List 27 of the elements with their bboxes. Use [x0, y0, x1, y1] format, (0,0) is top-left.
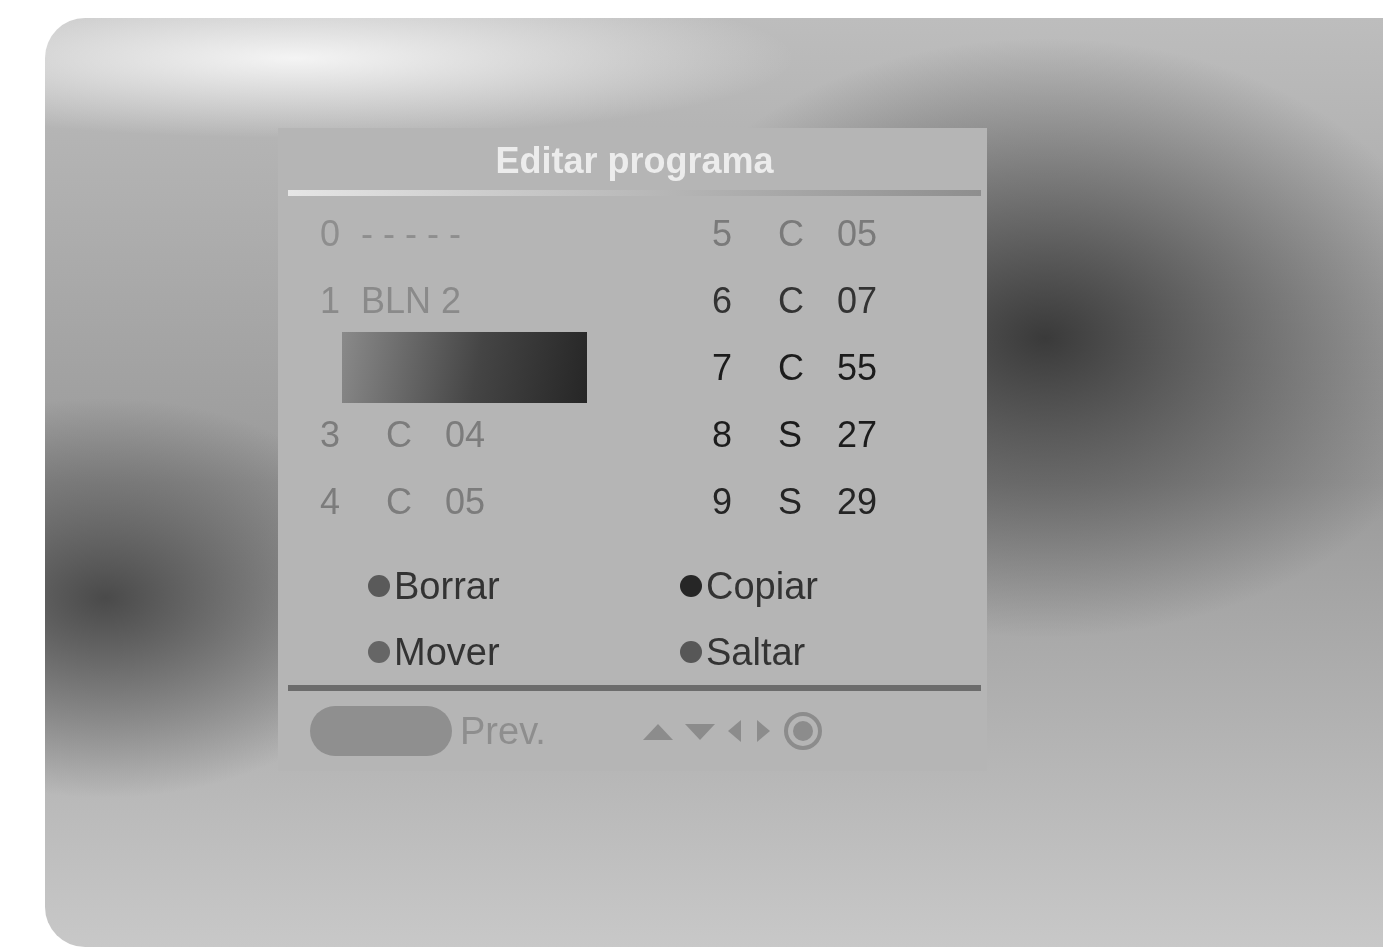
band-label: C [778, 211, 805, 256]
channel-name: 27 [837, 412, 878, 457]
channel-name: 05 [445, 479, 486, 524]
band-label: C [386, 412, 413, 457]
band-label: C [778, 345, 805, 390]
channel-number: 8 [712, 412, 734, 457]
selected-row-highlight[interactable] [342, 332, 587, 403]
function-label: Borrar [394, 563, 500, 609]
channel-number: 5 [712, 211, 734, 256]
channel-number: 6 [712, 278, 734, 323]
channel-number: 3 [320, 412, 342, 457]
channel-name: 29 [837, 479, 878, 524]
channel-name: - - - - - [361, 211, 461, 256]
function-label: Saltar [706, 629, 806, 675]
channel-name: 05 [837, 211, 878, 256]
band-label: C [778, 278, 805, 323]
band-label: C [386, 479, 413, 524]
function-label: Mover [394, 629, 500, 675]
channel-number: 7 [712, 345, 734, 390]
channel-name: 07 [837, 278, 878, 323]
band-label: S [778, 479, 803, 524]
channel-name: 55 [837, 345, 878, 390]
channel-number: 4 [320, 479, 342, 524]
channel-name: 04 [445, 412, 486, 457]
band-label: S [778, 412, 803, 457]
function-label: Copiar [706, 563, 818, 609]
channel-number: 9 [712, 479, 734, 524]
